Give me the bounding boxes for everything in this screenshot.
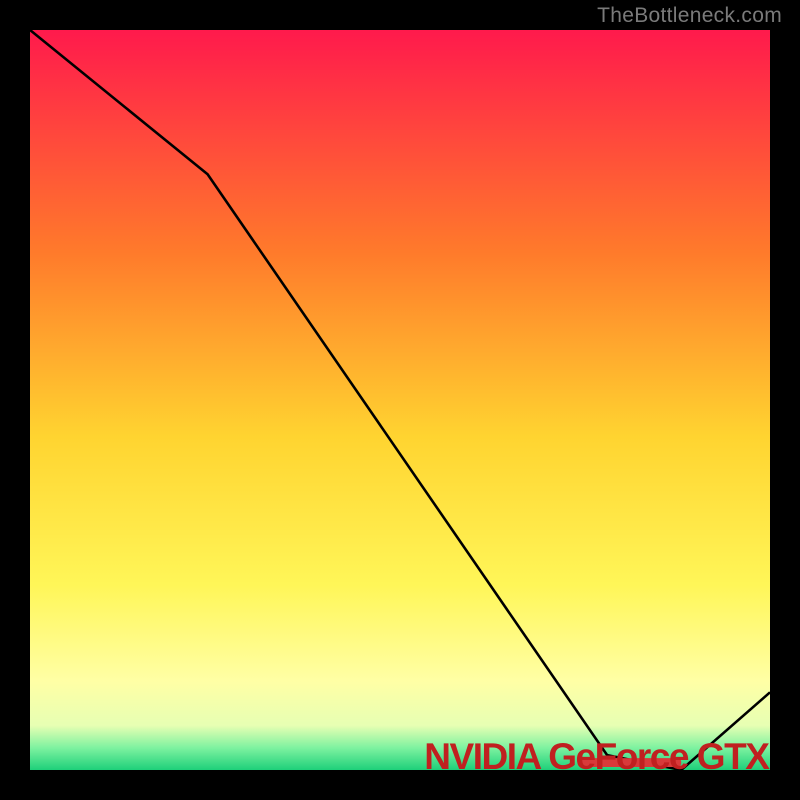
gradient-background — [30, 30, 770, 770]
attribution-label: TheBottleneck.com — [597, 4, 782, 28]
chart-svg: NVIDIA GeForce GTX 680 — [30, 30, 770, 770]
plot-area: NVIDIA GeForce GTX 680 — [30, 30, 770, 770]
marker-label: NVIDIA GeForce GTX 680 — [424, 736, 770, 770]
chart-frame: TheBottleneck.com NVIDIA GeForce GTX 680 — [0, 0, 800, 800]
